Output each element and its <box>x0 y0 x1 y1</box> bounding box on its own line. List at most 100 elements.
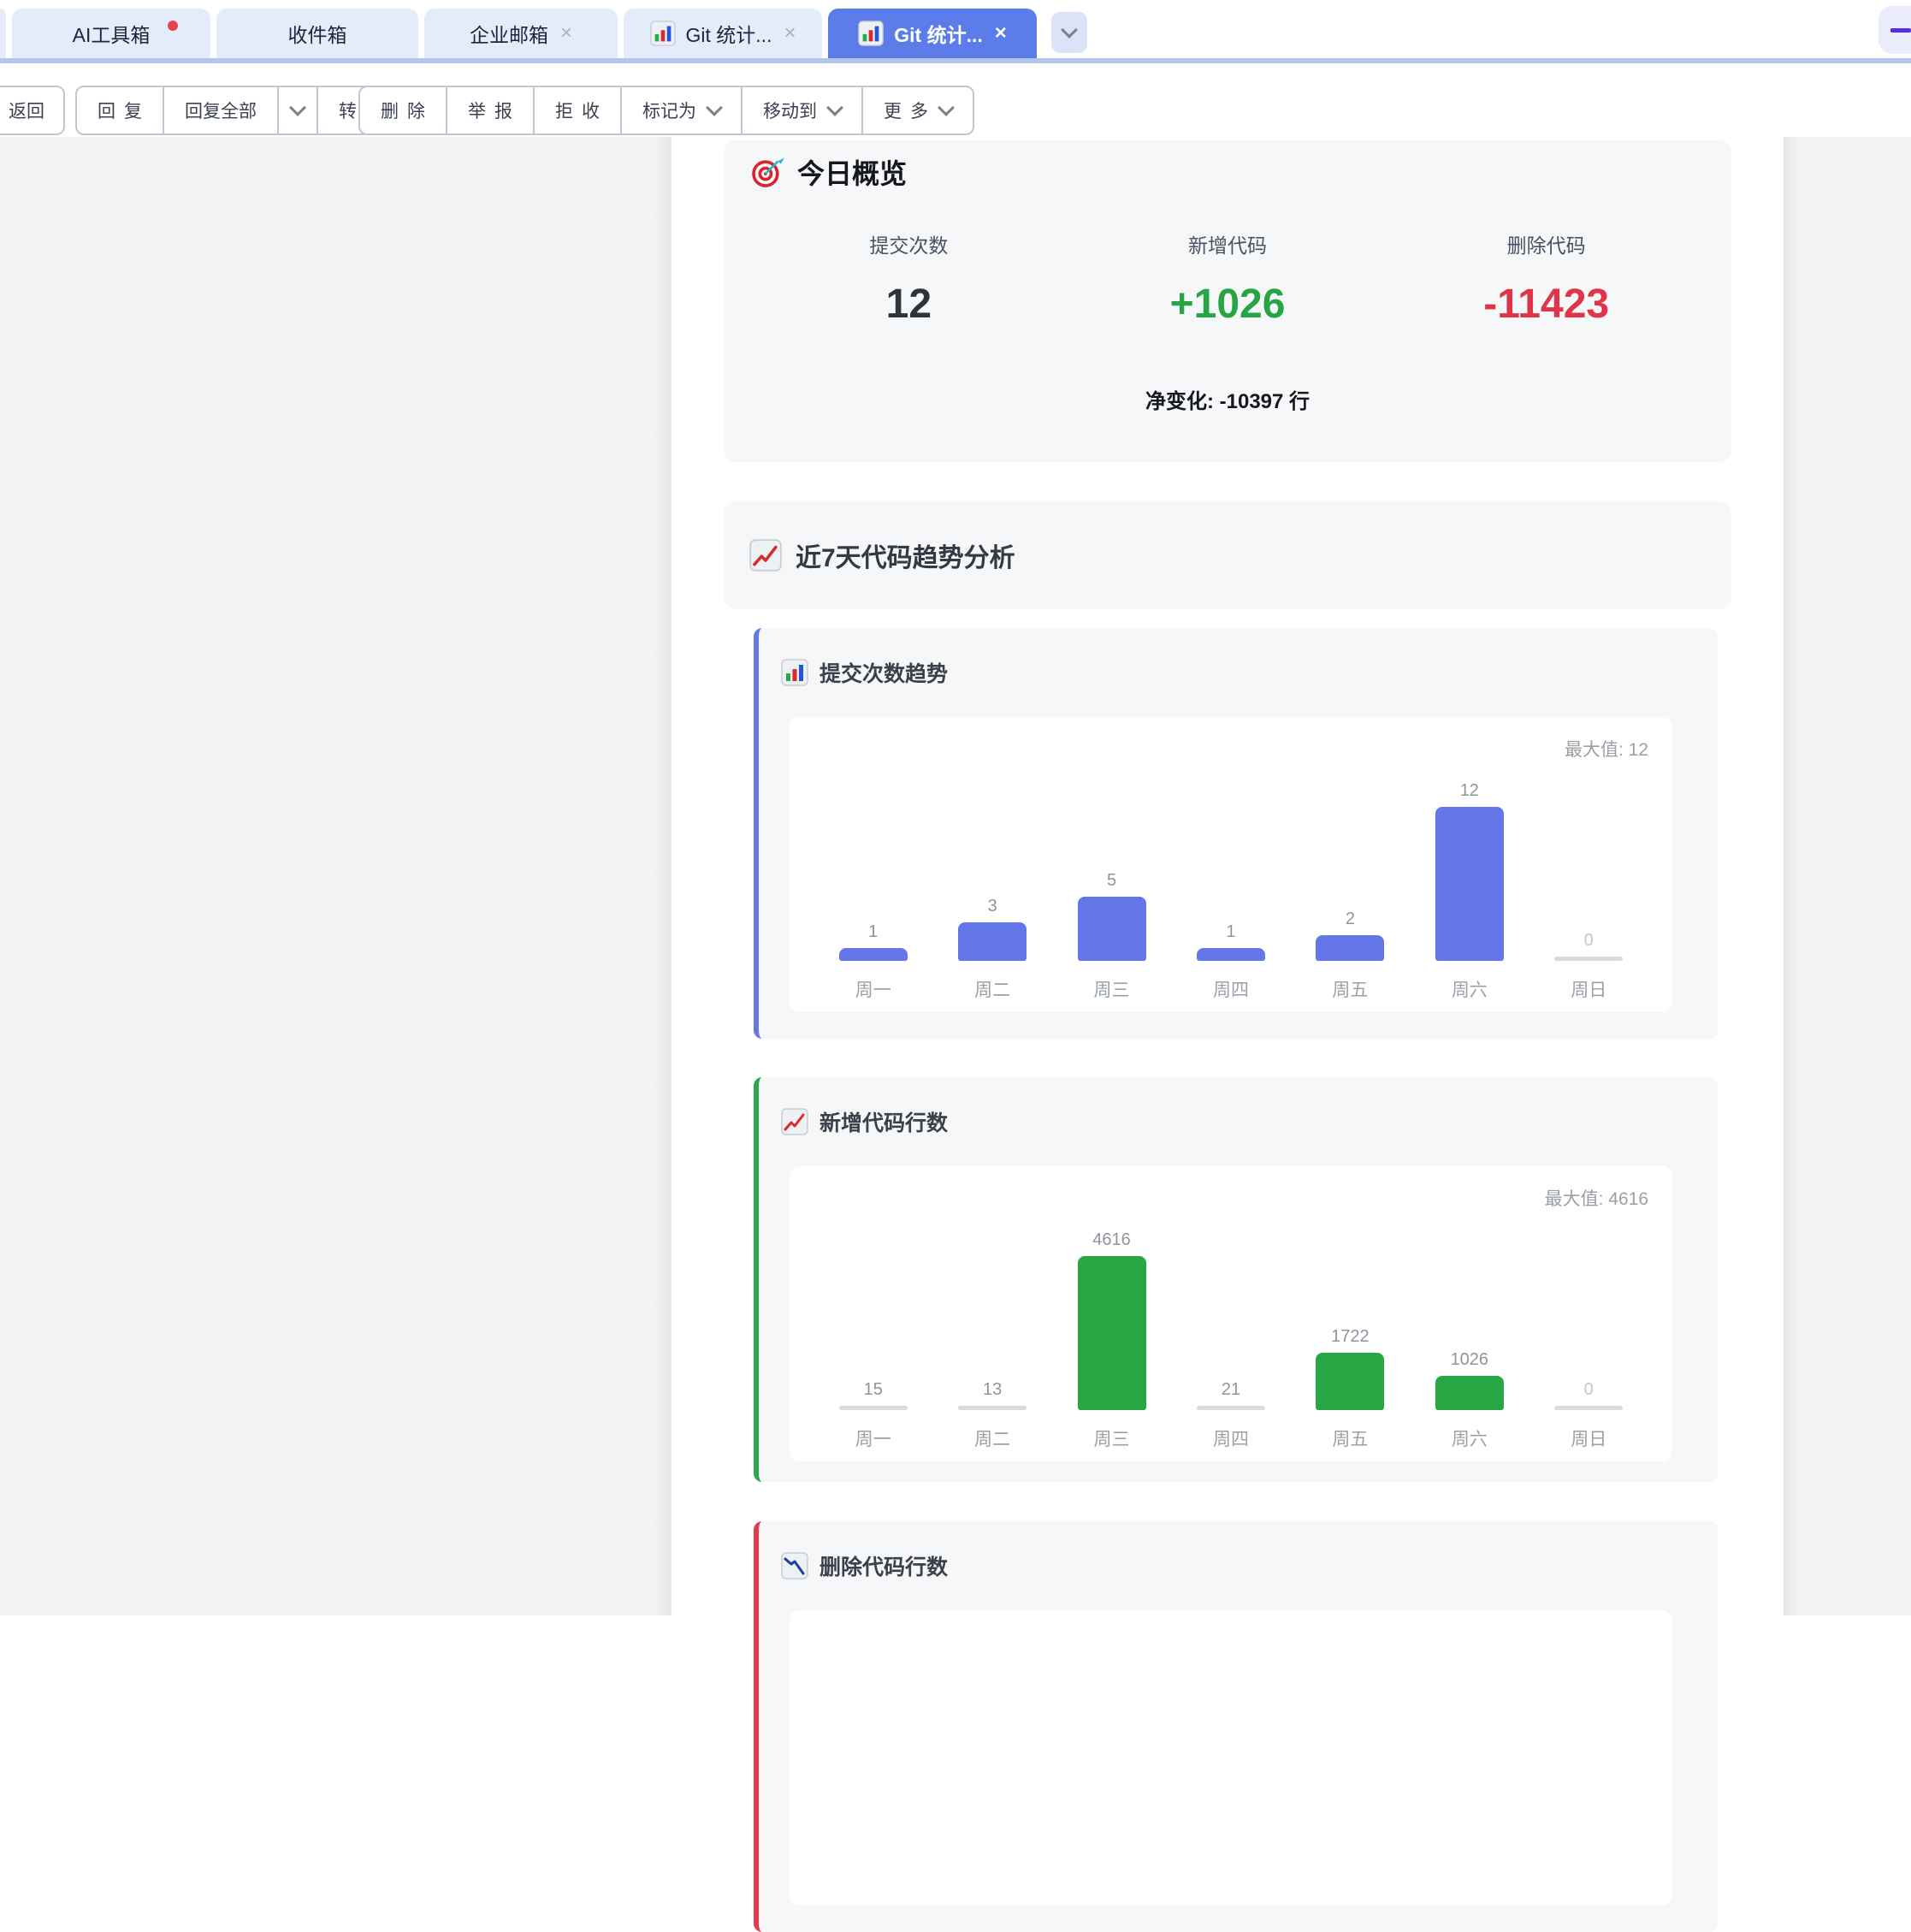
bar <box>1078 897 1146 961</box>
toolbar-button-label: 回复全部 <box>185 98 257 123</box>
close-tab-icon[interactable]: × <box>995 23 1007 44</box>
chart-panel: 最大值: 12 1周一3周二5周三1周四2周五12周六0周日 <box>790 717 1672 1012</box>
bar-value-label: 4616 <box>1092 1230 1131 1250</box>
bar <box>1197 1406 1265 1410</box>
day-label: 周四 <box>1213 1425 1249 1448</box>
chart-column-周三: 5周三 <box>1052 778 1171 999</box>
bar <box>1078 1256 1146 1410</box>
tab-AI工具箱[interactable]: AI工具箱 <box>12 9 210 58</box>
day-label: 周一 <box>855 976 891 999</box>
tab-label: 收件箱 <box>288 19 347 48</box>
corner-widget-button[interactable] <box>1878 6 1911 54</box>
trend-title-text: 近7天代码趋势分析 <box>796 536 1015 574</box>
day-label: 周六 <box>1452 1425 1488 1448</box>
tab-Git-统计-[interactable]: Git 统计...× <box>624 9 822 58</box>
toolbar-button-举报[interactable]: 举报 <box>446 87 533 133</box>
tab-active-Git-统计-[interactable]: Git 统计... × <box>828 9 1037 58</box>
toolbar-dropdown-回复全部[interactable] <box>277 87 317 133</box>
bar <box>1554 957 1623 961</box>
tab-label: 企业邮箱 <box>470 19 548 48</box>
bar-value-label: 15 <box>864 1380 883 1400</box>
chart-max-value-label: 最大值: 12 <box>1565 736 1648 762</box>
target-icon <box>749 154 785 190</box>
day-label: 周二 <box>974 1425 1010 1448</box>
bar-value-label: 21 <box>1222 1380 1240 1400</box>
stat-新增代码: 新增代码 +1026 <box>1068 229 1387 328</box>
toolbar-button-回复全部[interactable]: 回复全部 <box>163 87 277 133</box>
stat-value: 12 <box>749 281 1068 328</box>
notification-dot <box>168 21 178 31</box>
today-overview-card: 今日概览 提交次数12新增代码+1026删除代码-11423 净变化: -103… <box>724 140 1731 462</box>
bar-value-label: 0 <box>1584 931 1594 951</box>
chevron-down-icon <box>826 99 843 116</box>
chevron-down-icon <box>1061 21 1078 39</box>
bar <box>1316 935 1384 961</box>
chart-section-新增代码行数: 新增代码行数 最大值: 4616 15周一13周二4616周三21周四1722周… <box>754 1077 1718 1482</box>
toolbar-button-更多[interactable]: 更多 <box>861 87 973 133</box>
chevron-down-icon <box>289 99 306 116</box>
toolbar-button-删除[interactable]: 删除 <box>360 87 446 133</box>
day-label: 周五 <box>1332 1425 1368 1448</box>
close-tab-icon[interactable]: × <box>784 23 796 44</box>
tab-partial[interactable] <box>0 9 6 58</box>
bar <box>1435 807 1504 961</box>
overview-stats-row: 提交次数12新增代码 +1026删除代码-11423 <box>749 229 1706 328</box>
chevron-down-icon <box>938 99 955 116</box>
day-label: 周一 <box>855 1425 891 1448</box>
toolbar-button-label: 举报 <box>468 98 521 123</box>
bar-value-label: 2 <box>1346 910 1355 929</box>
bar-value-label: 1 <box>868 922 878 942</box>
bar-value-label: 0 <box>1584 1380 1594 1400</box>
back-button[interactable]: 返回 <box>0 86 65 135</box>
chart-column-周四: 1周四 <box>1171 778 1290 999</box>
chart-panel <box>790 1610 1672 1905</box>
chart-column-周日: 0 周日 <box>1529 1227 1648 1448</box>
day-label: 周五 <box>1332 976 1368 999</box>
chart-column-周二: 13 周二 <box>932 1227 1051 1448</box>
tab-label: Git 统计... <box>894 19 983 48</box>
stat-提交次数: 提交次数12 <box>749 229 1068 328</box>
bar <box>958 922 1026 961</box>
trend-analysis-card: 近7天代码趋势分析 <box>724 501 1731 609</box>
bar <box>1435 1376 1504 1410</box>
mail-list-pane-empty <box>0 137 672 1615</box>
chevron-down-icon <box>706 99 723 116</box>
bar-chart-icon <box>858 21 884 46</box>
chart-section-title: 提交次数趋势 <box>819 657 948 688</box>
day-label: 周六 <box>1452 976 1488 999</box>
bar-value-label: 1 <box>1226 922 1235 942</box>
close-tab-icon[interactable]: × <box>560 23 572 44</box>
bar-value-label: 13 <box>983 1380 1002 1400</box>
tab-企业邮箱[interactable]: 企业邮箱 × <box>424 9 618 58</box>
bar-value-label: 12 <box>1460 781 1479 801</box>
bar <box>1554 1406 1623 1410</box>
chart-column-周六: 1026周六 <box>1410 1227 1529 1448</box>
minimize-dash-icon <box>1890 28 1911 33</box>
trend-title: 近7天代码趋势分析 <box>749 536 1015 574</box>
chart-section-title: 删除代码行数 <box>819 1550 948 1581</box>
overview-title-text: 今日概览 <box>797 152 907 192</box>
toolbar-button-回复[interactable]: 回复 <box>77 87 163 133</box>
toolbar-button-label: 删除 <box>381 98 434 123</box>
stat-label: 删除代码 <box>1387 229 1706 258</box>
toolbar-button-label: 拒收 <box>555 98 608 123</box>
day-label: 周日 <box>1571 1425 1606 1448</box>
toolbar-button-label: 回复 <box>98 98 151 123</box>
chart-column-周一: 1 周一 <box>814 778 932 999</box>
toolbar-button-label: 标记为 <box>642 98 696 123</box>
tab-overflow-button[interactable] <box>1051 12 1087 53</box>
chart-column-周一: 15 周一 <box>814 1227 932 1448</box>
back-button-label: 返回 <box>9 98 44 123</box>
toolbar-button-移动到[interactable]: 移动到 <box>741 87 861 133</box>
toolbar-button-标记为[interactable]: 标记为 <box>620 87 741 133</box>
toolbar-button-拒收[interactable]: 拒收 <box>533 87 620 133</box>
stat-删除代码: 删除代码-11423 <box>1387 229 1706 328</box>
bar-value-label: 3 <box>988 897 997 916</box>
stat-value: +1026 <box>1068 281 1387 328</box>
tab-收件箱[interactable]: 收件箱 <box>216 9 418 58</box>
stat-label: 新增代码 <box>1068 229 1387 258</box>
browser-tab-bar: AI工具箱收件箱企业邮箱×Git 统计...×Git 统计...× <box>0 0 1911 58</box>
bar <box>958 1406 1026 1410</box>
bar <box>1197 948 1265 961</box>
right-background-pane <box>1784 137 1911 1615</box>
